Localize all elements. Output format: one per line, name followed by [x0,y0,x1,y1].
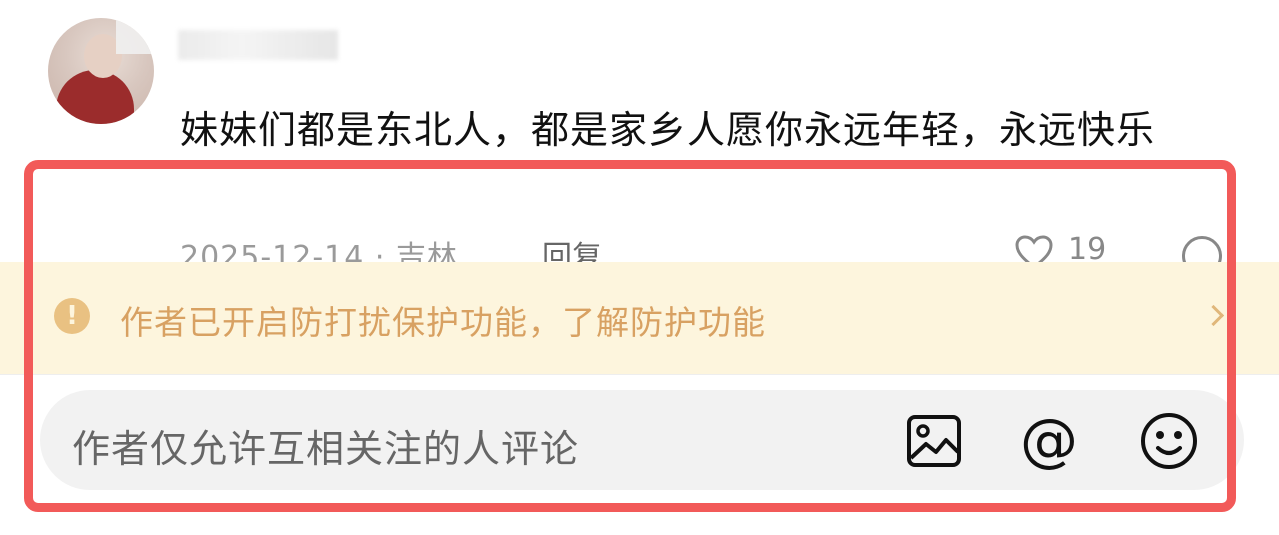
image-icon[interactable] [906,414,962,468]
heart-icon[interactable] [1014,234,1054,264]
comment-input[interactable]: 作者仅允许互相关注的人评论 @ [40,390,1244,490]
comment-bubble-icon[interactable] [1182,236,1222,264]
username-blurred[interactable] [178,30,338,60]
like-count: 19 [1068,232,1107,264]
warning-icon: ! [54,298,90,334]
reply-button[interactable]: 回复 [542,232,602,264]
avatar[interactable] [48,18,154,124]
chevron-right-icon [1202,304,1225,327]
emoji-icon[interactable] [1140,412,1198,470]
divider [0,374,1279,375]
input-placeholder: 作者仅允许互相关注的人评论 [72,427,580,471]
notice-text: 作者已开启防打扰保护功能，了解防护功能 [120,303,766,342]
at-icon[interactable]: @ [1020,400,1078,480]
comment-text: 妹妹们都是东北人，都是家乡人愿你永远年轻，永远快乐 [180,108,1156,152]
anti-harassment-notice[interactable]: ! 作者已开启防打扰保护功能，了解防护功能 [0,262,1279,374]
comment-meta: 2025-12-14 · 吉林 回复 19 [180,232,1240,264]
comment-date-location: 2025-12-14 · 吉林 [180,240,458,264]
